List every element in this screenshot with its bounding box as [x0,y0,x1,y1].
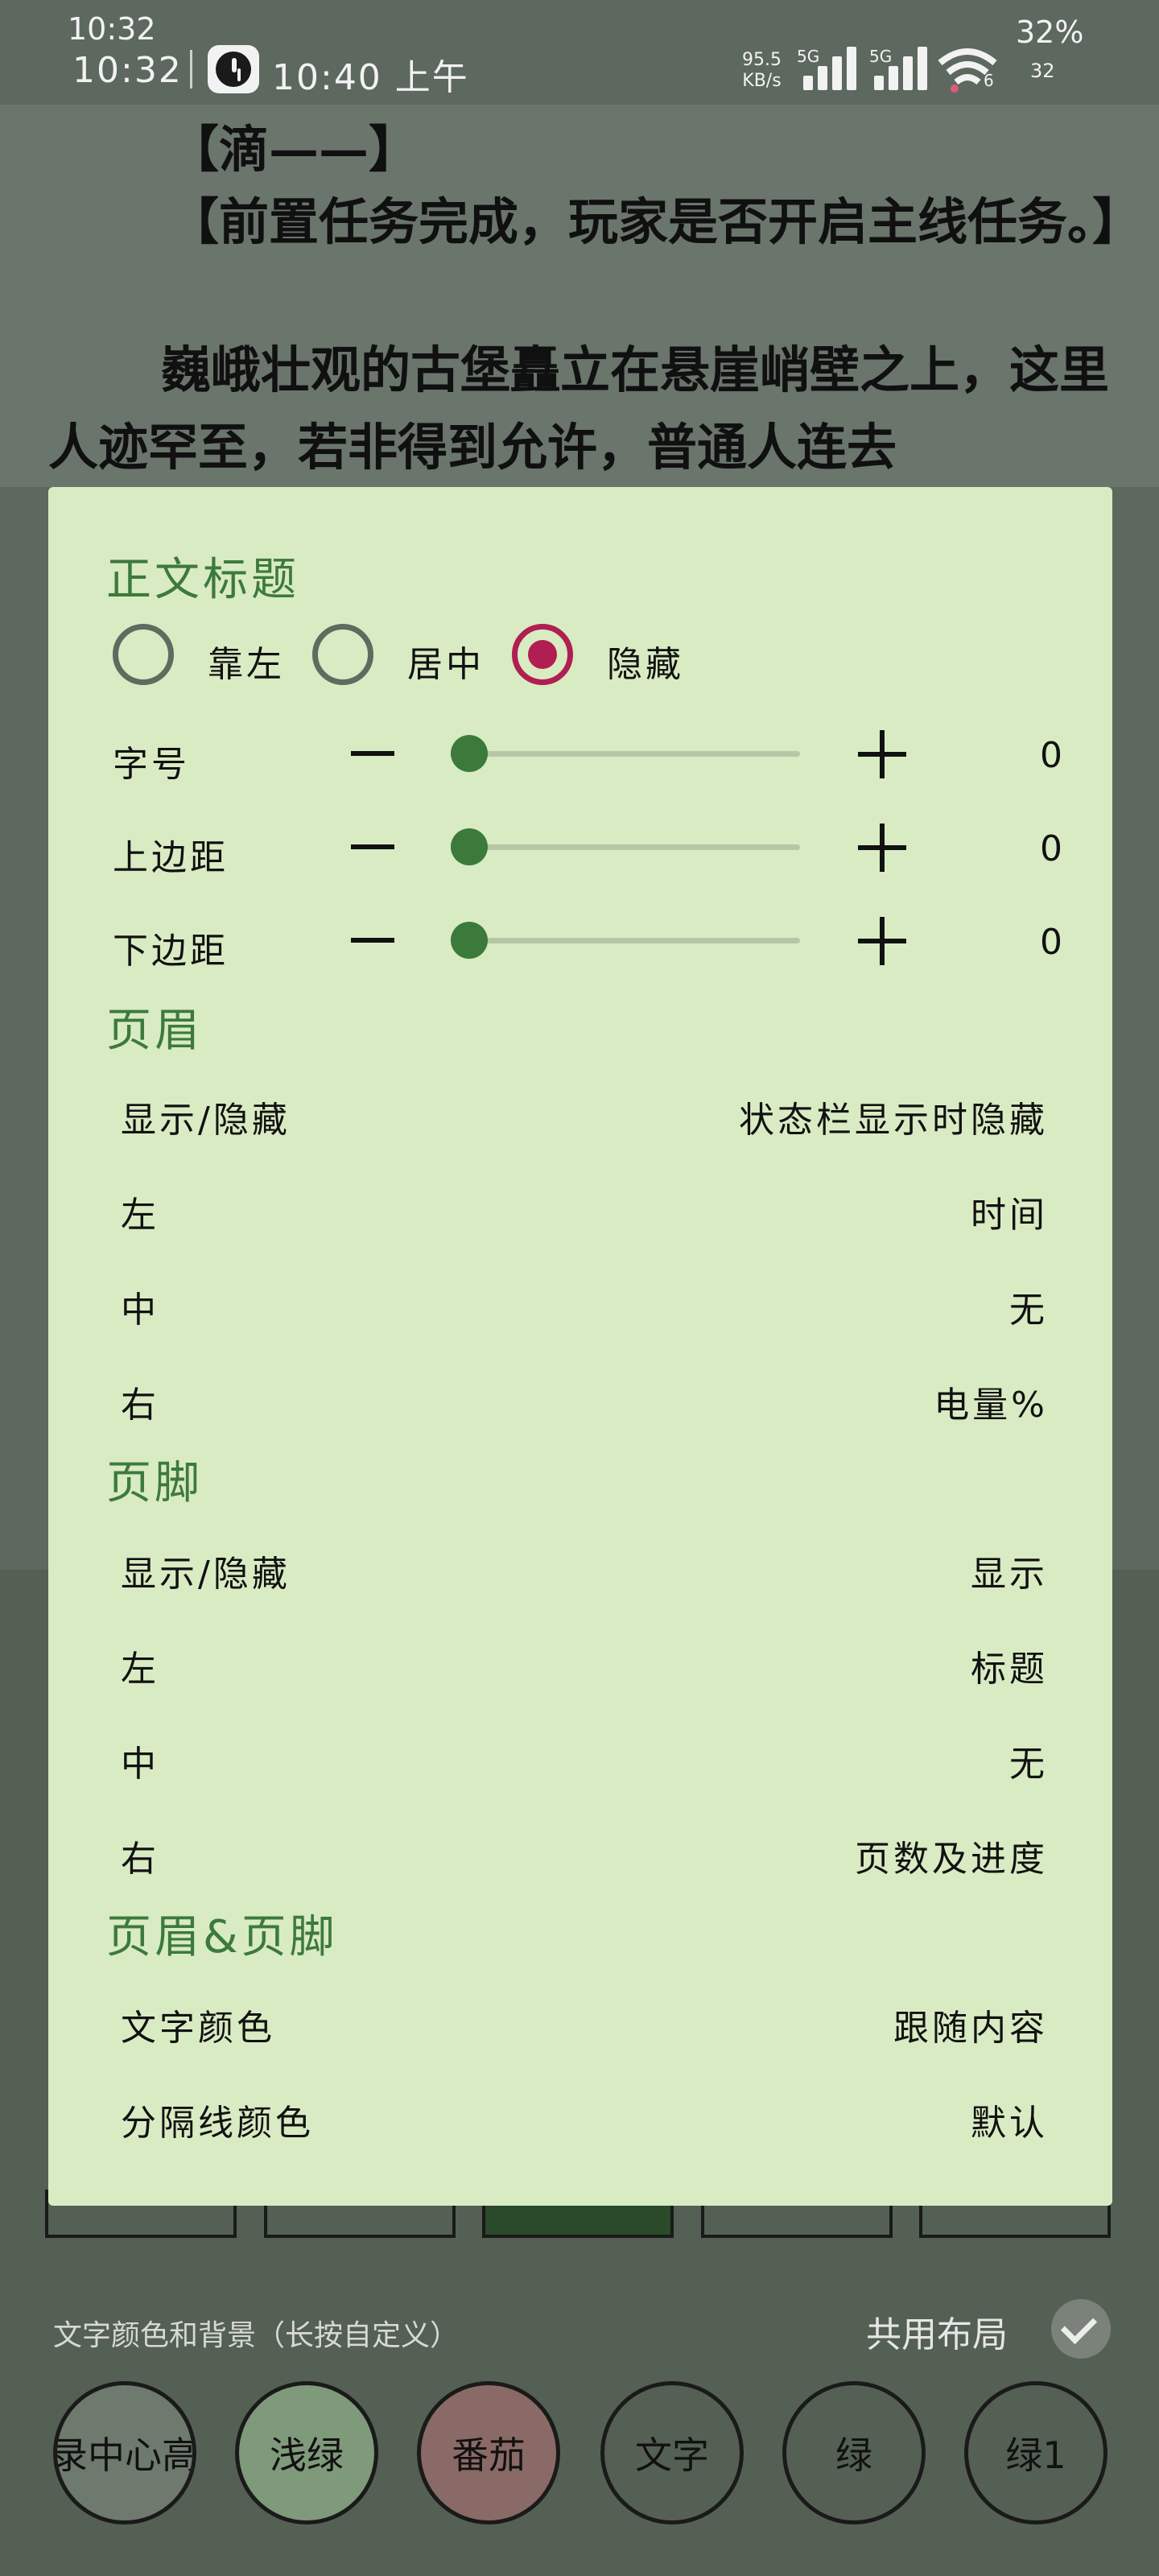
reader-content[interactable]: 【滴——】 【前置任务完成，玩家是否开启主线任务。】 巍峨壮观的古堡矗立在悬崖峭… [0,105,1159,487]
row-label: 右 [121,1385,159,1426]
theme-list: 录中心高 浅绿 番茄 文字 绿 绿1 [53,2381,1159,2526]
row-label: 中 [121,1744,159,1785]
theme-circle[interactable]: 录中心高 [53,2381,196,2524]
both-row-text-color[interactable]: 文字颜色 跟随内容 [121,1975,1048,2063]
status-divider [190,50,192,89]
status-bar: 10:32 10:32 10:40 上午 95.5 KB/s 5G 5G 6 3… [0,0,1159,105]
section-footer-heading: 页脚 [106,1457,203,1509]
radio-align-hidden[interactable] [512,624,573,685]
slider-track[interactable] [451,922,800,959]
slider-top-margin: 上边距 0 [113,815,1062,880]
row-label: 左 [121,1195,159,1236]
title-align-group: 靠左 居中 隐藏 [113,624,998,688]
section-both-heading: 页眉&页脚 [106,1911,338,1963]
battery-percent: 32% [1016,14,1084,50]
row-label: 显示/隐藏 [121,1554,291,1595]
section-header-heading: 页眉 [106,1005,203,1057]
minus-icon[interactable] [351,844,394,849]
theme-hint-row: 文字颜色和背景（长按自定义） 共用布局 [53,2299,1116,2359]
wifi-label: 6 [984,71,994,90]
header-row-right[interactable]: 右 电量% [121,1352,1048,1440]
slider-value: 0 [1040,922,1062,963]
slider-thumb[interactable] [451,735,488,772]
signal-icon [803,45,864,90]
row-value: 无 [1009,1290,1048,1331]
network-speed-unit: KB/s [742,71,782,91]
row-value: 电量% [934,1385,1048,1426]
footer-row-left[interactable]: 左 标题 [121,1616,1048,1704]
minus-icon[interactable] [351,938,394,943]
slider-label: 下边距 [113,931,229,972]
row-label: 中 [121,1290,159,1331]
network-speed-value: 95.5 [742,50,782,70]
theme-circle[interactable]: 文字 [600,2381,744,2524]
row-label: 左 [121,1649,159,1690]
slider-track[interactable] [451,828,800,865]
slider-font-size: 字号 0 [113,722,1062,786]
slider-thumb[interactable] [451,922,488,959]
reader-line: 【滴——】 [169,120,419,179]
radio-label[interactable]: 靠左 [208,635,285,687]
both-row-divider-color[interactable]: 分隔线颜色 默认 [121,2070,1048,2158]
check-icon[interactable] [1051,2299,1111,2359]
radio-align-center[interactable] [312,624,373,685]
footer-row-visibility[interactable]: 显示/隐藏 显示 [121,1521,1048,1609]
row-value: 状态栏显示时隐藏 [739,1100,1048,1141]
signal-icon [874,45,935,90]
network-speed: 95.5 KB/s [742,50,782,92]
battery-small: 32 [1030,60,1055,82]
plus-icon[interactable] [858,730,906,778]
status-time: 10:32 [72,50,183,91]
row-label: 文字颜色 [121,2008,275,2049]
slider-value: 0 [1040,828,1062,869]
row-value: 无 [1009,1744,1048,1785]
radio-label[interactable]: 隐藏 [607,635,684,687]
radio-align-left[interactable] [113,624,174,685]
row-value: 默认 [971,2103,1048,2144]
theme-circle[interactable]: 绿 [782,2381,926,2524]
status-alarm-time: 10:40 上午 [272,57,469,98]
row-label: 右 [121,1839,159,1880]
section-title-heading: 正文标题 [106,554,299,606]
reader-line: 巍峨壮观的古堡矗立在悬崖峭壁之上，这里人迹罕至，若非得到允许，普通人连去 [48,341,1110,477]
theme-circle[interactable]: 绿1 [964,2381,1107,2524]
slider-label: 字号 [113,744,190,785]
row-label: 显示/隐藏 [121,1100,291,1141]
header-row-center[interactable]: 中 无 [121,1257,1048,1345]
reader-line: 【前置任务完成，玩家是否开启主线任务。】 [169,192,1143,251]
header-row-left[interactable]: 左 时间 [121,1162,1048,1250]
slider-track[interactable] [451,735,800,772]
slider-label: 上边距 [113,837,229,878]
share-layout-label[interactable]: 共用布局 [866,2306,1008,2357]
row-value: 页数及进度 [855,1839,1048,1880]
row-value: 时间 [971,1195,1048,1236]
row-value: 标题 [971,1649,1048,1690]
theme-hint: 文字颜色和背景（长按自定义） [53,2319,460,2352]
theme-circle[interactable]: 浅绿 [235,2381,378,2524]
slider-value: 0 [1040,735,1062,776]
plus-icon[interactable] [858,824,906,872]
row-label: 分隔线颜色 [121,2103,314,2144]
plus-icon[interactable] [858,917,906,965]
radio-label[interactable]: 居中 [407,635,485,687]
slider-thumb[interactable] [451,828,488,865]
status-time-top: 10:32 [68,11,156,47]
theme-circle[interactable]: 番茄 [417,2381,560,2524]
clock-app-icon [208,45,259,93]
header-row-visibility[interactable]: 显示/隐藏 状态栏显示时隐藏 [121,1067,1048,1155]
minus-icon[interactable] [351,751,394,756]
slider-bottom-margin: 下边距 0 [113,909,1062,973]
footer-row-center[interactable]: 中 无 [121,1711,1048,1799]
row-value: 显示 [971,1554,1048,1595]
row-value: 跟随内容 [893,2008,1048,2049]
header-footer-dialog: 正文标题 靠左 居中 隐藏 字号 0 上边距 0 下边距 0 页眉 显示/隐藏 … [48,487,1112,2206]
footer-row-right[interactable]: 右 页数及进度 [121,1806,1048,1894]
